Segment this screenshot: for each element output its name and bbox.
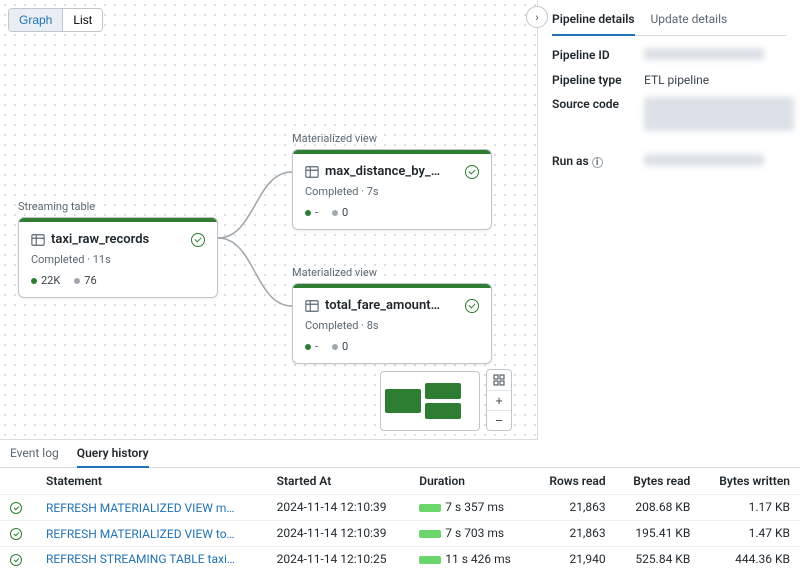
list-tab[interactable]: List (62, 9, 102, 31)
node-status: Completed · 8s (305, 319, 479, 332)
cell-rows: 21,940 (532, 546, 616, 571)
tab-update-details[interactable]: Update details (651, 8, 728, 35)
value-pipeline-type: ETL pipeline (644, 73, 709, 87)
value-source-code[interactable] (644, 97, 794, 134)
success-icon (191, 233, 205, 247)
table-row[interactable]: REFRESH MATERIALIZED VIEW max_di… 2024-11… (0, 495, 800, 521)
label-run-as: Run asi (552, 154, 636, 169)
view-toggle: Graph List (8, 8, 103, 32)
tab-query-history[interactable]: Query history (77, 446, 149, 468)
value-pipeline-id (644, 48, 764, 63)
zoom-fit-button[interactable] (487, 370, 511, 390)
cell-duration: 7 s 703 ms (409, 520, 532, 546)
col-started-at[interactable]: Started At (267, 468, 410, 495)
col-bytes-written[interactable]: Bytes written (700, 468, 800, 495)
label-pipeline-id: Pipeline ID (552, 48, 636, 63)
node-type-label: Streaming table (18, 200, 218, 213)
node-type-label: Materialized view (292, 132, 492, 145)
label-pipeline-type: Pipeline type (552, 73, 636, 87)
cell-bytes-written: 444.36 KB (700, 546, 800, 571)
node-max-distance[interactable]: max_distance_by_… Completed · 7s - 0 (292, 149, 492, 230)
table-icon (31, 233, 45, 247)
cell-bytes-read: 525.84 KB (616, 546, 701, 571)
cell-rows: 21,863 (532, 520, 616, 546)
cell-bytes-read: 208.68 KB (616, 495, 701, 521)
node-title: max_distance_by_… (325, 164, 459, 179)
success-icon (465, 299, 479, 313)
cell-duration: 7 s 357 ms (409, 495, 532, 521)
cell-started: 2024-11-14 12:10:39 (267, 495, 410, 521)
success-icon (10, 528, 22, 540)
table-row[interactable]: REFRESH STREAMING TABLE taxi_raw… 2024-11… (0, 546, 800, 571)
tab-pipeline-details[interactable]: Pipeline details (552, 8, 635, 36)
node-taxi-raw-records[interactable]: taxi_raw_records Completed · 11s 22K 76 (18, 217, 218, 298)
cell-duration: 11 s 426 ms (409, 546, 532, 571)
cell-started: 2024-11-14 12:10:25 (267, 546, 410, 571)
zoom-out-button[interactable]: − (487, 410, 511, 430)
label-source-code: Source code (552, 97, 636, 134)
graph-canvas[interactable]: Graph List Streaming table taxi_raw_reco… (0, 0, 537, 440)
node-total-fare[interactable]: total_fare_amount… Completed · 8s - 0 (292, 283, 492, 364)
statement-link[interactable]: REFRESH MATERIALIZED VIEW max_di… (46, 501, 236, 515)
view-icon (305, 299, 319, 313)
success-icon (465, 165, 479, 179)
node-status: Completed · 11s (31, 253, 205, 266)
details-panel: › Pipeline details Update details Pipeli… (537, 0, 800, 440)
statement-link[interactable]: REFRESH STREAMING TABLE taxi_raw… (46, 552, 236, 566)
col-rows-read[interactable]: Rows read (532, 468, 616, 495)
minimap[interactable] (380, 371, 480, 431)
node-title: taxi_raw_records (51, 232, 185, 247)
value-run-as (644, 154, 764, 169)
cell-rows: 21,863 (532, 495, 616, 521)
col-duration[interactable]: Duration (409, 468, 532, 495)
cell-bytes-written: 1.17 KB (700, 495, 800, 521)
success-icon (10, 554, 22, 566)
col-statement[interactable]: Statement (36, 468, 267, 495)
node-title: total_fare_amount… (325, 298, 459, 313)
zoom-in-button[interactable]: + (487, 390, 511, 410)
success-icon (10, 502, 22, 514)
collapse-details-button[interactable]: › (526, 6, 548, 28)
tab-event-log[interactable]: Event log (10, 446, 59, 467)
node-status: Completed · 7s (305, 185, 479, 198)
node-type-label: Materialized view (292, 266, 492, 279)
statement-link[interactable]: REFRESH MATERIALIZED VIEW total_fa… (46, 527, 236, 541)
cell-bytes-written: 1.47 KB (700, 520, 800, 546)
query-history-table: Statement Started At Duration Rows read … (0, 468, 800, 571)
graph-tab[interactable]: Graph (9, 9, 62, 31)
table-row[interactable]: REFRESH MATERIALIZED VIEW total_fa… 2024-… (0, 520, 800, 546)
cell-bytes-read: 195.41 KB (616, 520, 701, 546)
col-bytes-read[interactable]: Bytes read (616, 468, 701, 495)
zoom-controls: + − (486, 369, 512, 431)
info-icon[interactable]: i (592, 157, 603, 168)
view-icon (305, 165, 319, 179)
cell-started: 2024-11-14 12:10:39 (267, 520, 410, 546)
